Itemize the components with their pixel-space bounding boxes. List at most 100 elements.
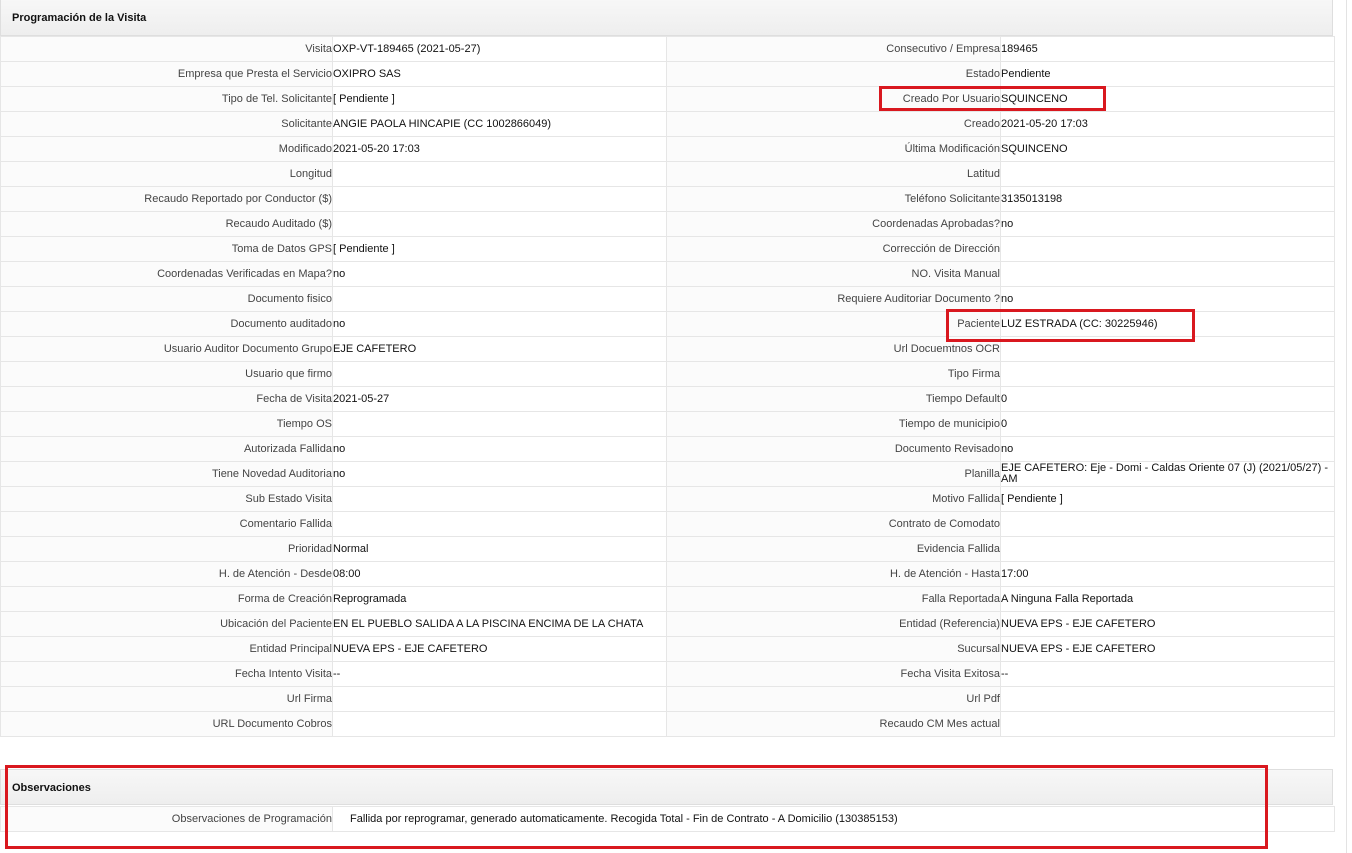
solicitante-value: ANGIE PAOLA HINCAPIE (CC 1002866049) xyxy=(332,111,667,137)
detail-row: Prioridad Normal Evidencia Fallida xyxy=(0,536,1335,562)
fecha-visita-exitosa-label: Fecha Visita Exitosa xyxy=(666,661,1001,687)
url-documento-cobros-label: URL Documento Cobros xyxy=(0,711,333,737)
fecha-de-visita-value: 2021-05-27 xyxy=(332,386,667,412)
motivo-fallida-label: Motivo Fallida xyxy=(666,486,1001,512)
modificado-label: Modificado xyxy=(0,136,333,162)
fecha-de-visita-label: Fecha de Visita xyxy=(0,386,333,412)
url-docuemtnos-ocr-value xyxy=(1000,336,1335,362)
entidad-referencia-value: NUEVA EPS - EJE CAFETERO xyxy=(1000,611,1335,637)
estado-value: Pendiente xyxy=(1000,61,1335,87)
documento-fisico-value xyxy=(332,286,667,312)
detail-row: Toma de Datos GPS[ Pendiente ] Corrección… xyxy=(0,236,1335,262)
detail-row: Longitud Latitud xyxy=(0,161,1335,187)
detail-row: Usuario que firmo Tipo Firma xyxy=(0,361,1335,387)
visita-value: OXP-VT-189465 (2021-05-27) xyxy=(332,36,667,62)
tiempo-default-value: 0 xyxy=(1000,386,1335,412)
forma-de-creacion-label: Forma de Creación xyxy=(0,586,333,612)
longitud-label: Longitud xyxy=(0,161,333,187)
latitud-value xyxy=(1000,161,1335,187)
requiere-auditoriar-documento-label: Requiere Auditoriar Documento ? xyxy=(666,286,1001,312)
section-header-observaciones: Observaciones xyxy=(0,769,1333,805)
observaciones-value: Fallida por reprogramar, generado automa… xyxy=(332,806,1335,832)
forma-de-creacion-value: Reprogramada xyxy=(332,586,667,612)
detail-row: Tiene Novedad Auditoria no Planilla EJE CA… xyxy=(0,461,1335,487)
latitud-label: Latitud xyxy=(666,161,1001,187)
comentario-fallida-value xyxy=(332,511,667,537)
tiene-novedad-auditoria-value: no xyxy=(332,461,667,487)
url-firma-value xyxy=(332,686,667,712)
contrato-de-comodato-value xyxy=(1000,511,1335,537)
detail-row: Comentario Fallida Contrato de Comodato xyxy=(0,511,1335,537)
comentario-fallida-label: Comentario Fallida xyxy=(0,511,333,537)
url-pdf-value xyxy=(1000,686,1335,712)
documento-revisado-label: Documento Revisado xyxy=(666,436,1001,462)
falla-reportada-label: Falla Reportada xyxy=(666,586,1001,612)
entidad-principal-value: NUEVA EPS - EJE CAFETERO xyxy=(332,636,667,662)
detail-row: Url Firma Url Pdf xyxy=(0,686,1335,712)
coordenadas-verificadas-en-mapa-value: no xyxy=(332,261,667,287)
detail-row: Ubicación del Paciente EN EL PUEBLO SALID… xyxy=(0,611,1335,637)
toma-de-datos-gps-label: Toma de Datos GPS xyxy=(0,236,333,262)
sub-estado-visita-value xyxy=(332,486,667,512)
detail-row: Autorizada Fallida no Documento Revisado … xyxy=(0,436,1335,462)
consecutivo-empresa-label: Consecutivo / Empresa xyxy=(666,36,1001,62)
h-de-atencion-desde-label: H. de Atención - Desde xyxy=(0,561,333,587)
tiempo-os-label: Tiempo OS xyxy=(0,411,333,437)
tipo-de-tel-solicitante-value: [ Pendiente ] xyxy=(332,86,667,112)
usuario-auditor-documento-grupo-label: Usuario Auditor Documento Grupo xyxy=(0,336,333,362)
detail-row: Visita OXP-VT-189465 (2021-05-27) Consecut… xyxy=(0,36,1335,62)
recaudo-reportado-por-conductor-value xyxy=(332,186,667,212)
url-documento-cobros-value xyxy=(332,711,667,737)
tipo-firma-value xyxy=(1000,361,1335,387)
tipo-firma-label: Tipo Firma xyxy=(666,361,1001,387)
creado-por-usuario-value: SQUINCENO xyxy=(1000,86,1335,112)
sub-estado-visita-label: Sub Estado Visita xyxy=(0,486,333,512)
coordenadas-verificadas-en-mapa-label: Coordenadas Verificadas en Mapa? xyxy=(0,261,333,287)
url-pdf-label: Url Pdf xyxy=(666,686,1001,712)
h-de-atencion-hasta-label: H. de Atención - Hasta xyxy=(666,561,1001,587)
detail-row: Modificado 2021-05-20 17:03 Última Modific… xyxy=(0,136,1335,162)
fecha-intento-visita-value: -- xyxy=(332,661,667,687)
fecha-intento-visita-label: Fecha Intento Visita xyxy=(0,661,333,687)
ultima-modificacion-label: Última Modificación xyxy=(666,136,1001,162)
observaciones-table: Observaciones de Programación Fallida po… xyxy=(0,806,1335,832)
recaudo-cm-mes-actual-label: Recaudo CM Mes actual xyxy=(666,711,1001,737)
observaciones-row: Observaciones de Programación Fallida po… xyxy=(0,806,1335,832)
url-firma-label: Url Firma xyxy=(0,686,333,712)
sucursal-value: NUEVA EPS - EJE CAFETERO xyxy=(1000,636,1335,662)
detail-row: URL Documento Cobros Recaudo CM Mes actua… xyxy=(0,711,1335,737)
correccion-de-direccion-value xyxy=(1000,236,1335,262)
tiempo-os-value xyxy=(332,411,667,437)
recaudo-auditado-value xyxy=(332,211,667,237)
telefono-solicitante-value: 3135013198 xyxy=(1000,186,1335,212)
h-de-atencion-desde-value: 08:00 xyxy=(332,561,667,587)
detail-row: Recaudo Auditado ($) Coordenadas Aprobada… xyxy=(0,211,1335,237)
no-visita-manual-value xyxy=(1000,261,1335,287)
prioridad-value: Normal xyxy=(332,536,667,562)
detail-row: Tipo de Tel. Solicitante[ Pendiente ] Cre… xyxy=(0,86,1335,112)
documento-auditado-value: no xyxy=(332,311,667,337)
coordenadas-aprobadas-value: no xyxy=(1000,211,1335,237)
recaudo-auditado-label: Recaudo Auditado ($) xyxy=(0,211,333,237)
detail-row: Recaudo Reportado por Conductor ($) Teléf… xyxy=(0,186,1335,212)
recaudo-cm-mes-actual-value xyxy=(1000,711,1335,737)
toma-de-datos-gps-value: [ Pendiente ] xyxy=(332,236,667,262)
scrollbar-track[interactable] xyxy=(1346,0,1347,853)
solicitante-label: Solicitante xyxy=(0,111,333,137)
sucursal-label: Sucursal xyxy=(666,636,1001,662)
detail-row: Documento auditado no Paciente LUZ ESTRADA… xyxy=(0,311,1335,337)
creado-label: Creado xyxy=(666,111,1001,137)
section-header-programacion: Programación de la Visita xyxy=(0,0,1333,36)
tiempo-default-label: Tiempo Default xyxy=(666,386,1001,412)
detail-row: H. de Atención - Desde 08:00 H. de Atenció… xyxy=(0,561,1335,587)
telefono-solicitante-label: Teléfono Solicitante xyxy=(666,186,1001,212)
documento-fisico-label: Documento fisico xyxy=(0,286,333,312)
longitud-value xyxy=(332,161,667,187)
consecutivo-empresa-value: 189465 xyxy=(1000,36,1335,62)
tiempo-de-municipio-value: 0 xyxy=(1000,411,1335,437)
coordenadas-aprobadas-label: Coordenadas Aprobadas? xyxy=(666,211,1001,237)
detail-row: Tiempo OS Tiempo de municipio 0 xyxy=(0,411,1335,437)
falla-reportada-value: A Ninguna Falla Reportada xyxy=(1000,586,1335,612)
motivo-fallida-value: [ Pendiente ] xyxy=(1000,486,1335,512)
correccion-de-direccion-label: Corrección de Dirección xyxy=(666,236,1001,262)
